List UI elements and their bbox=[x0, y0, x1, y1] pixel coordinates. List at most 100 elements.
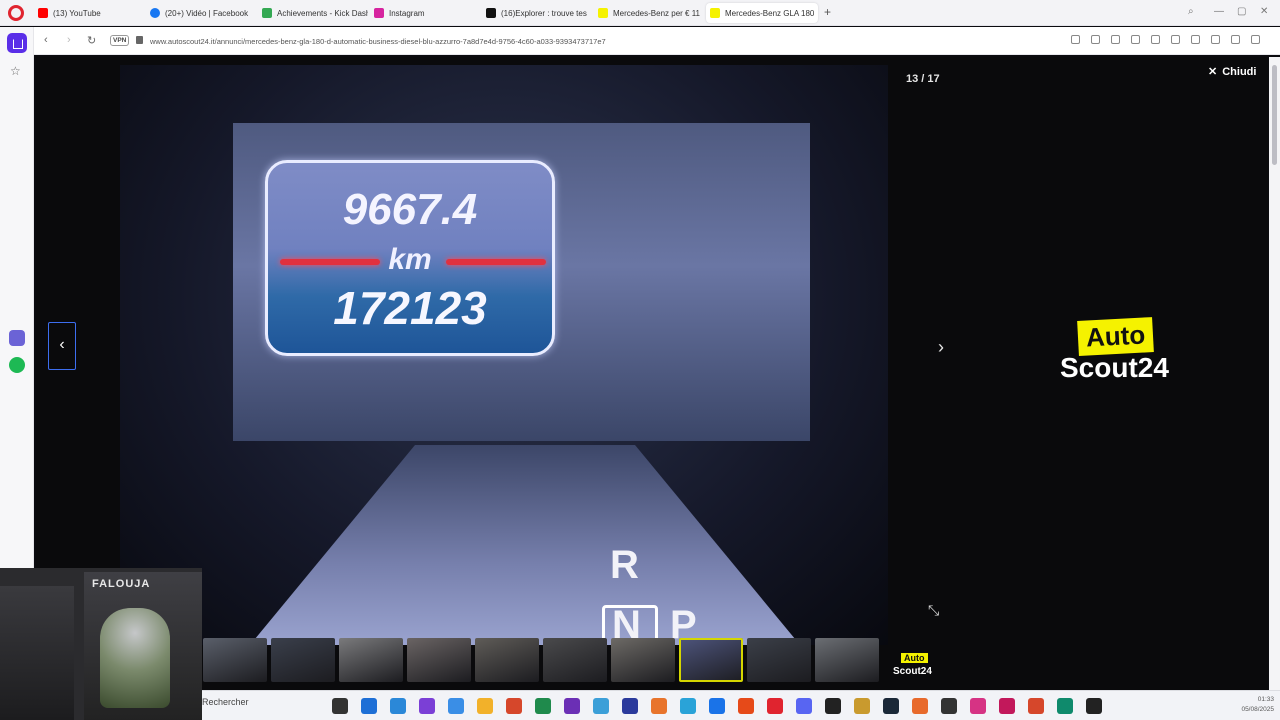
taskbar-app-icon[interactable] bbox=[796, 698, 812, 714]
taskbar-app-icon[interactable] bbox=[999, 698, 1015, 714]
odometer-total: 172123 bbox=[333, 282, 487, 334]
address-bar-actions bbox=[1071, 35, 1260, 44]
gallery-thumbnail[interactable] bbox=[543, 638, 607, 682]
clock-date: 05/08/2025 bbox=[1241, 706, 1274, 713]
adblock-icon[interactable] bbox=[1131, 35, 1140, 44]
lock-icon[interactable] bbox=[136, 36, 143, 44]
next-image-button[interactable]: › bbox=[938, 337, 944, 358]
taskbar-app-icon[interactable] bbox=[361, 698, 377, 714]
taskbar-app-icon[interactable] bbox=[593, 698, 609, 714]
address-bar: ‹ › ↻ VPN www.autoscout24.it/annunci/mer… bbox=[0, 27, 1280, 55]
tab-label: (16)Explorer : trouve tes bbox=[501, 8, 587, 18]
taskbar-app-icon[interactable] bbox=[767, 698, 783, 714]
thumbnail-strip bbox=[203, 638, 879, 684]
taskbar-app-icon[interactable] bbox=[941, 698, 957, 714]
gallery-thumbnail[interactable] bbox=[679, 638, 743, 682]
extensions-icon[interactable] bbox=[1151, 35, 1160, 44]
tab-strip: (13) YouTube (20+) Vidéo | Facebook Achi… bbox=[0, 0, 1280, 26]
tab-youtube[interactable]: (13) YouTube bbox=[34, 3, 144, 23]
taskbar-app-icon[interactable] bbox=[651, 698, 667, 714]
gallery-thumbnail[interactable] bbox=[339, 638, 403, 682]
gallery-photo-dashboard: 9667.4 km 172123 R N P bbox=[120, 65, 888, 645]
taskbar-app-icon[interactable] bbox=[680, 698, 696, 714]
chevron-right-icon: › bbox=[938, 337, 944, 357]
webcam-box-left bbox=[0, 586, 74, 720]
exit-fullscreen-icon[interactable]: ⤡ bbox=[928, 602, 939, 619]
app-store-icon[interactable] bbox=[9, 330, 25, 346]
new-tab-icon[interactable]: + bbox=[824, 6, 831, 18]
tab-autoscout-1[interactable]: Mercedes-Benz per € 11 bbox=[594, 3, 704, 23]
thumb-logo-scout: Scout24 bbox=[893, 666, 932, 677]
odometer-unit: km bbox=[388, 243, 432, 276]
tab-label: (13) YouTube bbox=[53, 8, 101, 18]
kick-icon bbox=[262, 8, 272, 18]
edit-icon[interactable] bbox=[1091, 35, 1100, 44]
gallery-thumbnail[interactable] bbox=[407, 638, 471, 682]
taskbar-app-icon[interactable] bbox=[970, 698, 986, 714]
reload-icon[interactable]: ↻ bbox=[87, 34, 96, 47]
taskbar-app-icon[interactable] bbox=[506, 698, 522, 714]
heart-icon[interactable] bbox=[1191, 35, 1200, 44]
home-icon[interactable] bbox=[7, 33, 27, 53]
gallery-thumbnail[interactable] bbox=[611, 638, 675, 682]
bookmark-star-icon[interactable]: ☆ bbox=[10, 64, 21, 78]
opera-logo-icon[interactable] bbox=[8, 5, 24, 21]
url-field[interactable]: www.autoscout24.it/annunci/mercedes-benz… bbox=[150, 37, 606, 46]
instagram-icon bbox=[374, 8, 384, 18]
odometer-display: 9667.4 km 172123 bbox=[265, 160, 555, 356]
taskbar-clock[interactable]: 01:33 05/08/2025 bbox=[1241, 695, 1274, 715]
browser-sidebar: ☆ bbox=[0, 27, 34, 572]
taskbar-app-icon[interactable] bbox=[419, 698, 435, 714]
autoscout24-logo: Auto Scout24 bbox=[1060, 317, 1169, 384]
thumbnail-autoscout-logo[interactable]: Auto Scout24 bbox=[893, 648, 932, 677]
close-window-icon[interactable]: ✕ bbox=[1260, 6, 1268, 17]
scrollbar-thumb[interactable] bbox=[1272, 65, 1277, 165]
menu-icon[interactable] bbox=[1231, 35, 1240, 44]
tab-facebook[interactable]: (20+) Vidéo | Facebook bbox=[146, 3, 256, 23]
spotify-icon[interactable] bbox=[9, 357, 25, 373]
forward-icon[interactable]: › bbox=[67, 34, 71, 46]
close-gallery-button[interactable]: ✕ Chiudi bbox=[1208, 65, 1256, 79]
taskbar-app-icon[interactable] bbox=[390, 698, 406, 714]
back-icon[interactable]: ‹ bbox=[44, 34, 48, 46]
sidebar-toggle-icon[interactable] bbox=[1071, 35, 1080, 44]
tab-autoscout-active[interactable]: Mercedes-Benz GLA 180× bbox=[706, 3, 818, 23]
play-icon[interactable] bbox=[1171, 35, 1180, 44]
taskbar-app-icon[interactable] bbox=[1086, 698, 1102, 714]
camera-icon[interactable] bbox=[1111, 35, 1120, 44]
taskbar-app-icon[interactable] bbox=[709, 698, 725, 714]
tab-tiktok[interactable]: (16)Explorer : trouve tes bbox=[482, 3, 592, 23]
gallery-thumbnail[interactable] bbox=[271, 638, 335, 682]
gallery-thumbnail[interactable] bbox=[475, 638, 539, 682]
taskbar-app-icon[interactable] bbox=[622, 698, 638, 714]
gallery-thumbnail[interactable] bbox=[747, 638, 811, 682]
taskbar-app-icon[interactable] bbox=[1028, 698, 1044, 714]
page-scrollbar[interactable] bbox=[1269, 57, 1280, 690]
taskbar-app-icon[interactable] bbox=[332, 698, 348, 714]
taskbar-apps bbox=[332, 698, 1102, 714]
taskbar-app-icon[interactable] bbox=[564, 698, 580, 714]
taskbar-app-icon[interactable] bbox=[738, 698, 754, 714]
taskbar-app-icon[interactable] bbox=[883, 698, 899, 714]
taskbar-app-icon[interactable] bbox=[448, 698, 464, 714]
download-icon[interactable] bbox=[1211, 35, 1220, 44]
taskbar-search-input[interactable]: Rechercher bbox=[202, 697, 249, 707]
road-graphic bbox=[250, 445, 800, 645]
profile-icon[interactable] bbox=[1251, 35, 1260, 44]
minimize-icon[interactable]: — bbox=[1214, 6, 1224, 17]
maximize-icon[interactable]: ▢ bbox=[1237, 6, 1246, 17]
vpn-badge[interactable]: VPN bbox=[110, 35, 130, 46]
tab-kick-dash[interactable]: Achievements - Kick Dash bbox=[258, 3, 368, 23]
taskbar-app-icon[interactable] bbox=[854, 698, 870, 714]
youtube-icon bbox=[38, 8, 48, 18]
previous-image-button[interactable]: ‹ bbox=[48, 322, 76, 370]
taskbar-app-icon[interactable] bbox=[477, 698, 493, 714]
tab-instagram[interactable]: Instagram bbox=[370, 3, 480, 23]
gallery-thumbnail[interactable] bbox=[815, 638, 879, 682]
taskbar-app-icon[interactable] bbox=[1057, 698, 1073, 714]
taskbar-app-icon[interactable] bbox=[825, 698, 841, 714]
search-tabs-icon[interactable]: ⌕ bbox=[1188, 6, 1194, 17]
taskbar-app-icon[interactable] bbox=[535, 698, 551, 714]
gallery-thumbnail[interactable] bbox=[203, 638, 267, 682]
taskbar-app-icon[interactable] bbox=[912, 698, 928, 714]
